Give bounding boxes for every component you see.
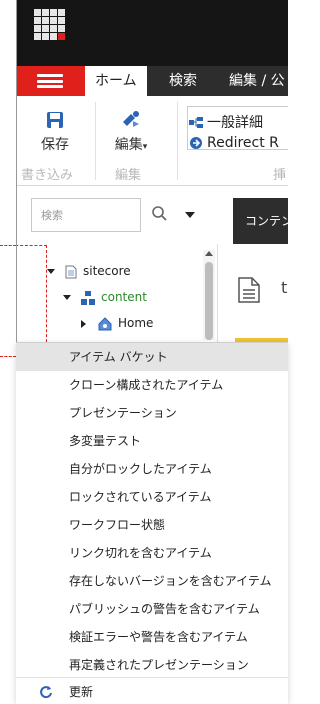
ribbon: 保存 編集▾ 一般詳細 Redirect R 書き込み 編集 挿 (17, 96, 288, 186)
menu-item-locked-items[interactable]: ロックされているアイテム (16, 483, 288, 511)
menu-item-item-bucket[interactable]: アイテム バケット (16, 343, 288, 371)
panel-divider (217, 244, 218, 344)
group-label-edit: 編集 (115, 168, 142, 183)
menu-item-my-locked-items[interactable]: 自分がロックしたアイテム (16, 455, 288, 483)
save-button[interactable]: 保存 (35, 110, 75, 154)
structure-icon (189, 117, 203, 128)
hamburger-icon (37, 74, 63, 88)
search-input[interactable] (32, 199, 140, 231)
selection-dashed-right (17, 245, 47, 357)
tree-item-sitecore[interactable]: sitecore (47, 262, 131, 280)
tab-content[interactable]: コンテン (233, 198, 288, 244)
expand-down-icon[interactable] (47, 269, 55, 274)
tree-item-label: sitecore (83, 264, 131, 278)
ribbon-separator (177, 102, 178, 180)
edit-label: 編集 (114, 137, 143, 153)
group-label-write: 書き込み (21, 168, 74, 183)
group-label-insert: 挿 (273, 168, 287, 183)
redirect-icon (190, 137, 202, 149)
save-icon (47, 112, 63, 128)
redirect-button[interactable]: Redirect R (189, 134, 279, 152)
edit-icon (123, 111, 139, 127)
tree-scrollbar[interactable] (203, 250, 215, 340)
tab-edit-publish[interactable]: 編集 / 公 (229, 66, 285, 96)
save-label: 保存 (41, 137, 69, 153)
tree-item-home[interactable]: Home (81, 314, 153, 332)
refresh-icon (40, 686, 52, 699)
ribbon-separator (95, 102, 96, 180)
menu-item-publishing-warnings[interactable]: パブリッシュの警告を含むアイテム (16, 595, 288, 623)
content-tree-icon (81, 290, 95, 305)
selection-dashed-left (0, 245, 16, 357)
menu-item-refresh[interactable]: 更新 (16, 679, 288, 704)
sitecore-logo-icon[interactable] (34, 9, 65, 40)
top-bar (17, 0, 288, 66)
menu-item-multivariate-test[interactable]: 多変量テスト (16, 427, 288, 455)
menu-item-broken-links[interactable]: リンク切れを含むアイテム (16, 539, 288, 567)
home-icon (98, 316, 112, 330)
menu-item-workflow-state[interactable]: ワークフロー状態 (16, 511, 288, 539)
application-menu-button[interactable] (17, 66, 85, 96)
tree-item-label: Home (118, 316, 154, 330)
search-box (31, 198, 141, 232)
tree-item-content[interactable]: content (63, 288, 147, 306)
refresh-label: 更新 (69, 685, 94, 699)
scroll-thumb[interactable] (205, 262, 213, 340)
search-options-chevron-icon[interactable] (185, 212, 195, 218)
item-title: t (281, 278, 288, 297)
edit-button[interactable]: 編集▾ (105, 110, 157, 154)
edit-dropdown-icon: ▾ (142, 142, 148, 152)
scroll-up-icon[interactable] (205, 251, 213, 256)
redirect-label: Redirect R (207, 135, 279, 151)
gutter-context-menu: アイテム バケット クローン構成されたアイテム プレゼンテーション 多変量テスト… (16, 342, 288, 704)
expand-down-icon[interactable] (63, 295, 71, 300)
tab-home[interactable]: ホーム (85, 66, 147, 96)
menu-item-cloned-items[interactable]: クローン構成されたアイテム (16, 371, 288, 399)
document-icon (65, 265, 77, 278)
tree-item-label: content (101, 290, 147, 304)
general-details-button[interactable]: 一般詳細 (189, 114, 263, 132)
document-icon (238, 277, 260, 303)
expand-right-icon[interactable] (81, 319, 86, 328)
tab-search[interactable]: 検索 (169, 66, 197, 96)
search-icon[interactable] (151, 205, 169, 223)
general-details-label: 一般詳細 (207, 115, 263, 131)
menu-item-overridden-presentation[interactable]: 再定義されたプレゼンテーション (16, 651, 288, 679)
menu-separator (16, 677, 288, 678)
menu-item-missing-versions[interactable]: 存在しないバージョンを含むアイテム (16, 567, 288, 595)
menu-item-validation-errors[interactable]: 検証エラーや警告を含むアイテム (16, 623, 288, 651)
ribbon-tab-bar: ホーム 検索 編集 / 公 (17, 66, 288, 96)
menu-item-presentation[interactable]: プレゼンテーション (16, 399, 288, 427)
